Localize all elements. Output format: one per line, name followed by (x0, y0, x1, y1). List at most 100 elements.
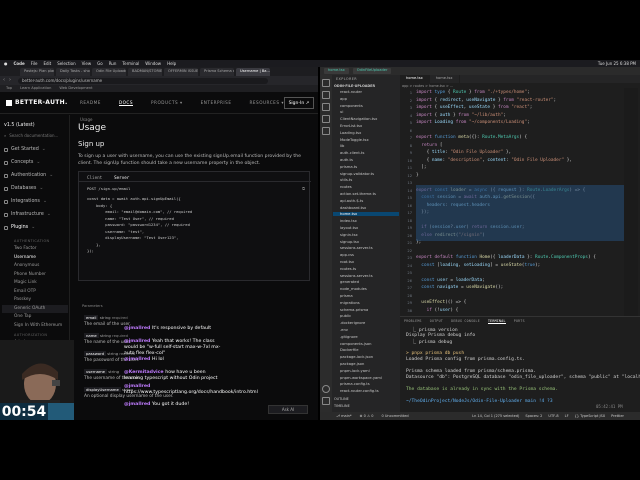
menubar-app-name[interactable]: Code (14, 61, 25, 66)
explorer-file[interactable]: routes.ts (340, 267, 356, 271)
explorer-file[interactable]: sessions.server.ts (340, 274, 373, 278)
explorer-file[interactable]: Dockerfile (340, 348, 359, 352)
editor-tab-home-2[interactable]: home.tsx (430, 75, 460, 83)
sidebar-plugin-item[interactable]: Passkey (14, 297, 31, 302)
browser-tab[interactable]: Pastejs: Plan plane (20, 68, 54, 76)
sidebar-plugin-item[interactable]: Sign In With Ethereum (14, 323, 62, 328)
explorer-file[interactable]: ui (340, 110, 343, 114)
gear-icon[interactable] (322, 397, 330, 405)
explorer-file[interactable]: react-router (340, 90, 362, 94)
status-item[interactable]: ⊗ 0 ⚠ 0 (360, 414, 374, 418)
menubar-item[interactable]: Edit (43, 61, 51, 66)
account-icon[interactable] (322, 385, 330, 393)
explorer-file[interactable]: .gitignore (340, 335, 358, 339)
explorer-file[interactable]: app (340, 97, 347, 101)
explorer-file[interactable]: auth.ts (340, 158, 353, 162)
sidebar-section[interactable]: Concepts ⌄ (4, 160, 40, 165)
bookmark-item[interactable]: Learn Application (20, 86, 51, 91)
menubar-item[interactable]: File (31, 61, 38, 66)
explorer-file[interactable]: home.tsx (333, 212, 399, 217)
browser-tab[interactable]: BADMAN/STORIE (128, 68, 162, 76)
menubar-item[interactable]: View (82, 61, 92, 66)
tab-client[interactable]: Client (87, 175, 102, 180)
explorer-file[interactable]: routes (340, 185, 352, 189)
address-bar[interactable]: better-auth.com/docs/plugins/username (18, 77, 268, 84)
explorer-file[interactable]: components.json (340, 342, 372, 346)
browser-tab[interactable]: OFFERMIN ISSUE (164, 68, 198, 76)
sidebar-section[interactable]: Get Started ⌄ (4, 147, 46, 152)
explorer-file[interactable]: ClientNavigation.tsx (340, 117, 377, 121)
explorer-file[interactable]: Loading.tsx (340, 131, 361, 135)
sidebar-plugin-item[interactable]: Anonymous (14, 263, 39, 268)
status-item[interactable]: UTF-8 (548, 414, 558, 418)
signin-button[interactable]: Sign-In ↗ (284, 97, 314, 109)
explorer-file[interactable]: prisma.config.ts (340, 382, 370, 386)
explorer-file[interactable]: lib (340, 144, 344, 148)
explorer-file[interactable]: pnpm-lock.yaml (340, 369, 370, 373)
nav-item[interactable]: PRODUCTS ▾ (151, 100, 183, 106)
browser-tab[interactable]: Username | Ba... (236, 68, 270, 76)
bookmark-item[interactable]: Web Development (59, 86, 92, 91)
menubar-item[interactable]: Selection (57, 61, 75, 66)
debug-icon[interactable] (322, 115, 330, 123)
version-selector[interactable]: v1.5 (Latest) (4, 123, 35, 128)
sidebar-plugin-item[interactable]: Generic OAuth (14, 306, 45, 311)
explorer-file[interactable]: schema.prisma (340, 308, 368, 312)
sidebar-plugin-item[interactable]: Magic Link (14, 280, 37, 285)
browser-tab[interactable]: Daily Tasks - shout (56, 68, 90, 76)
title-tab[interactable]: OdinFileUploader (352, 68, 392, 74)
explorer-file[interactable]: node_modules (340, 287, 367, 291)
status-item[interactable]: LF (565, 414, 569, 418)
explorer-file[interactable]: components (340, 104, 363, 108)
explorer-file[interactable]: ErrorList.tsx (340, 124, 362, 128)
explorer-file[interactable]: index.tsx (340, 219, 357, 223)
explorer-file[interactable]: signup.tsx (340, 240, 359, 244)
better-auth-logo[interactable]: BETTER-AUTH. (6, 99, 68, 106)
explorer-file[interactable]: generated (340, 280, 359, 284)
nav-item[interactable]: DOCS (118, 100, 134, 106)
browser-tab[interactable]: Prisma Schema d... (200, 68, 234, 76)
sidebar-section[interactable]: Databases ⌄ (4, 186, 43, 191)
status-item[interactable]: {} TypeScript JSX (575, 414, 606, 418)
browser-tab[interactable]: Odin File Uploader (92, 68, 126, 76)
explorer-file[interactable]: root.tsx (340, 260, 354, 264)
forward-icon[interactable]: › (9, 77, 11, 83)
editor-tab-home[interactable]: home.tsx (400, 75, 430, 83)
explorer-file[interactable]: prisma.ts (340, 165, 357, 169)
sidebar-plugin-item[interactable]: Username (14, 255, 36, 260)
menubar-item[interactable]: Window (145, 61, 161, 66)
explorer-file[interactable]: auth-client.ts (340, 151, 364, 155)
sidebar-plugin-item[interactable]: One Tap (14, 314, 31, 319)
explorer-file[interactable]: signin.tsx (340, 233, 358, 237)
nav-item[interactable]: RESOURCES ▾ (249, 100, 283, 106)
sidebar-section[interactable]: Infrastructure ⌄ (4, 212, 51, 217)
explorer-file[interactable]: api.auth.$.ts (340, 199, 363, 203)
sidebar-section[interactable]: Integrations ⌄ (4, 199, 47, 204)
sidebar-section[interactable]: Authentication ⌄ (4, 173, 53, 178)
back-icon[interactable]: ‹ (3, 77, 5, 83)
source-control-icon[interactable] (322, 103, 330, 111)
files-icon[interactable] (322, 79, 330, 87)
docs-search-input[interactable]: ⌕ Search documentation... (4, 133, 58, 138)
extensions-icon[interactable] (322, 127, 330, 135)
sidebar-plugin-item[interactable]: Two Factor (14, 246, 37, 251)
panel-tab[interactable]: OUTPUT (430, 319, 443, 324)
panel-tab[interactable]: PORTS (514, 319, 525, 324)
explorer-file[interactable]: react-router.config.ts (340, 389, 379, 393)
panel-tab[interactable]: TERMINAL (487, 319, 506, 324)
explorer-file[interactable]: public (340, 314, 351, 318)
explorer-file[interactable]: sessions.server.ts (340, 246, 373, 250)
explorer-file[interactable]: dashboard.tsx (340, 206, 366, 210)
explorer-file[interactable]: app.css (340, 253, 354, 257)
menubar-item[interactable]: Go (97, 61, 103, 66)
status-item[interactable]: 0 Uncommitted (382, 414, 409, 418)
menubar-item[interactable]: Help (167, 61, 176, 66)
timeline-section[interactable]: TIMELINE (334, 404, 350, 408)
explorer-file[interactable]: layout.tsx (340, 226, 358, 230)
search-icon[interactable] (322, 91, 330, 99)
status-item[interactable]: ⎇ main* (336, 414, 352, 418)
bookmark-item[interactable]: Top (6, 86, 12, 91)
panel-tab[interactable]: PROBLEMS (404, 319, 422, 324)
explorer-file[interactable]: pnpm-workspace.yaml (340, 376, 382, 380)
explorer-file[interactable]: signup-validator.ts (340, 172, 374, 176)
